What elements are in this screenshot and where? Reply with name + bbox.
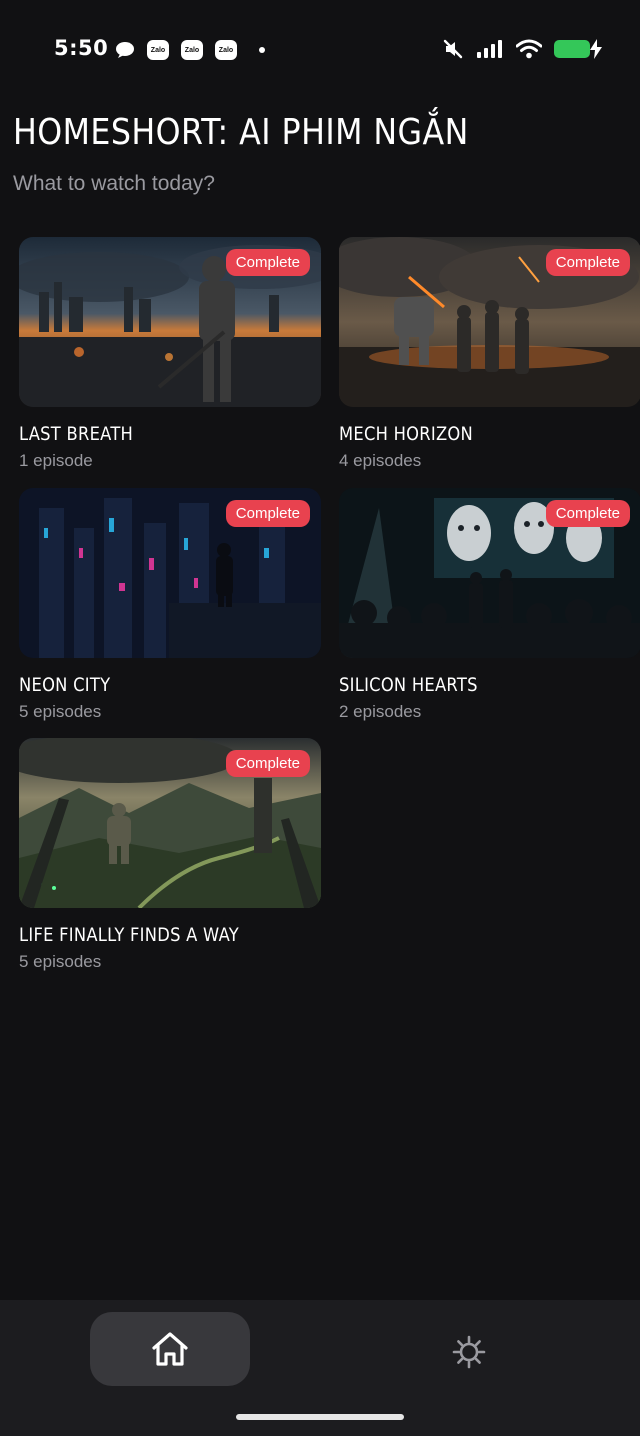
nav-home-tab[interactable] xyxy=(90,1312,250,1386)
home-icon xyxy=(152,1332,188,1366)
episode-count: 2 episodes xyxy=(339,702,422,721)
dot-icon xyxy=(259,47,265,53)
status-badge: Complete xyxy=(225,500,310,527)
episode-count: 5 episodes xyxy=(19,952,102,971)
show-thumbnail[interactable]: Complete xyxy=(19,738,321,908)
status-badge: Complete xyxy=(545,500,630,527)
chat-bubble-icon xyxy=(116,42,134,58)
episode-count: 1 episode xyxy=(19,451,93,470)
show-thumbnail[interactable]: Complete xyxy=(339,237,640,407)
mute-icon xyxy=(443,39,463,59)
episode-count: 5 episodes xyxy=(19,702,102,721)
status-badge: Complete xyxy=(545,249,630,276)
show-card-neon-city[interactable]: Complete NEON CITY 5 episodes xyxy=(19,488,321,722)
show-title: NEON CITY xyxy=(19,674,111,696)
show-card-life-finally-finds-a-way[interactable]: Complete LIFE FINALLY FINDS A WAY 5 epis… xyxy=(19,738,321,972)
show-title: MECH HORIZON xyxy=(339,423,474,445)
signal-icon xyxy=(477,40,502,58)
show-card-silicon-hearts[interactable]: Complete SILICON HEARTS 2 episodes xyxy=(339,488,640,722)
page-title: HOMESHORT: AI PHIM NGẮN xyxy=(13,112,469,153)
page-subtitle: What to watch today? xyxy=(13,172,215,195)
show-card-last-breath[interactable]: Complete LAST BREATH 1 episode xyxy=(19,237,321,471)
show-title: SILICON HEARTS xyxy=(339,674,478,696)
home-indicator[interactable] xyxy=(236,1414,404,1420)
app-screen: 5:50 Zalo Zalo Zalo HOMESHORT: AI PHIM N… xyxy=(0,0,640,1436)
zalo-icon: Zalo xyxy=(181,40,203,60)
zalo-icon: Zalo xyxy=(215,40,237,60)
zalo-icon: Zalo xyxy=(147,40,169,60)
episode-count: 4 episodes xyxy=(339,451,422,470)
show-thumbnail[interactable]: Complete xyxy=(339,488,640,658)
system-icons xyxy=(442,38,602,60)
notification-icons: Zalo Zalo Zalo xyxy=(115,40,265,60)
show-card-mech-horizon[interactable]: Complete MECH HORIZON 4 episodes xyxy=(339,237,640,471)
status-bar: 5:50 Zalo Zalo Zalo xyxy=(0,0,640,100)
settings-gear-icon xyxy=(452,1335,486,1369)
nav-settings-tab[interactable] xyxy=(449,1332,489,1372)
battery-charging-icon xyxy=(554,39,602,59)
wifi-icon xyxy=(516,39,542,59)
status-time: 5:50 xyxy=(54,36,109,60)
show-thumbnail[interactable]: Complete xyxy=(19,488,321,658)
bottom-navigation xyxy=(0,1300,640,1436)
show-title: LIFE FINALLY FINDS A WAY xyxy=(19,924,239,946)
show-thumbnail[interactable]: Complete xyxy=(19,237,321,407)
status-badge: Complete xyxy=(225,750,310,777)
show-title: LAST BREATH xyxy=(19,423,134,445)
status-badge: Complete xyxy=(225,249,310,276)
